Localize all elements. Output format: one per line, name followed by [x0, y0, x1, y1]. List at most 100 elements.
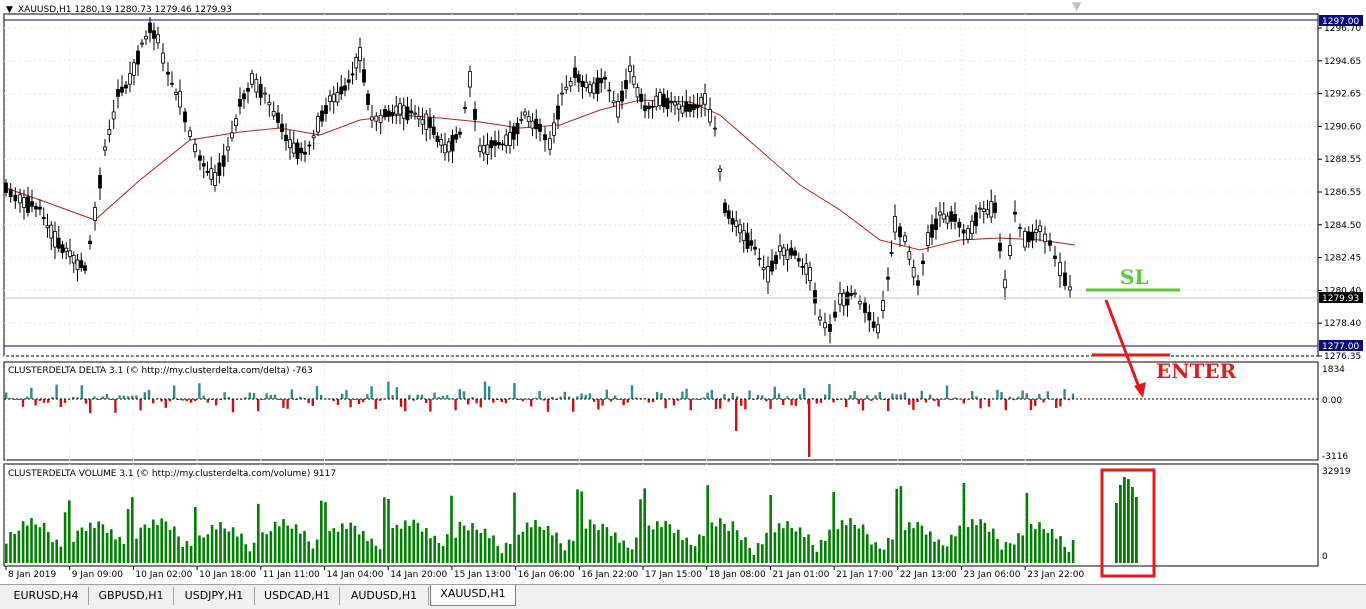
- candle-body: [93, 207, 97, 222]
- volume-bar: [278, 526, 281, 563]
- delta-bar: [164, 399, 167, 408]
- sl-label: SL: [1120, 265, 1149, 289]
- delta-bar: [143, 392, 146, 399]
- volume-bar: [605, 527, 609, 563]
- volume-bar: [34, 524, 37, 563]
- volume-bar: [110, 529, 113, 563]
- price-pane[interactable]: [3, 13, 1319, 357]
- candle-body: [107, 129, 112, 135]
- volume-bar: [580, 491, 583, 563]
- volume-bar: [1008, 543, 1012, 563]
- delta-bar: [857, 399, 860, 404]
- volume-bar: [38, 527, 42, 563]
- volume-bar: [887, 537, 890, 563]
- volume-bar: [446, 534, 449, 563]
- delta-bar: [366, 394, 369, 399]
- delta-bar: [735, 399, 738, 431]
- delta-bar: [257, 399, 260, 412]
- volume-bar: [236, 536, 239, 563]
- volume-bar: [660, 527, 663, 563]
- volume-bar: [538, 526, 541, 563]
- candle-body: [949, 211, 954, 222]
- volume-bar: [437, 542, 441, 563]
- volume-bar: [286, 525, 289, 563]
- delta-bar: [282, 399, 285, 408]
- candle-body: [616, 101, 620, 118]
- delta-bar: [588, 393, 592, 399]
- delta-bar: [374, 399, 377, 410]
- volume-bar: [752, 554, 756, 563]
- candle-body: [526, 116, 531, 122]
- volume-bar: [425, 528, 428, 563]
- volume-bar: [395, 524, 399, 563]
- volume-bar: [819, 539, 823, 563]
- candle-body: [560, 92, 564, 95]
- volume-bar: [320, 500, 323, 563]
- volume-bar: [857, 528, 861, 563]
- volume-bar: [59, 546, 63, 563]
- scroll-indicator-icon[interactable]: ▼: [1072, 0, 1082, 13]
- tab-usdcad-h1[interactable]: USDCAD,H1: [255, 587, 340, 605]
- candle-body: [726, 210, 731, 219]
- candle-body: [519, 118, 524, 121]
- candle-body: [1048, 240, 1052, 246]
- delta-bar: [441, 395, 445, 399]
- volume-bar: [895, 488, 898, 563]
- volume-bar: [223, 528, 226, 563]
- volume-bar: [143, 524, 147, 563]
- candle-body: [699, 96, 704, 106]
- volume-bar: [916, 522, 919, 563]
- delta-bar: [1000, 392, 1003, 399]
- candle-body: [431, 126, 436, 135]
- delta-bar: [1042, 399, 1045, 403]
- volume-bar: [118, 536, 121, 563]
- candle-body: [916, 280, 920, 286]
- volume-bar: [202, 537, 205, 563]
- volume-bar: [471, 523, 474, 563]
- delta-axis-mid: 0.00: [1322, 396, 1342, 406]
- candle-body: [140, 42, 144, 45]
- chart-canvas[interactable]: 1296.701294.651292.651290.601288.551286.…: [0, 0, 1366, 585]
- volume-bar: [706, 485, 709, 563]
- candle-body: [665, 97, 670, 110]
- delta-bar: [794, 399, 797, 406]
- candle-body: [193, 143, 197, 153]
- tab-usdjpy-h1[interactable]: USDJPY,H1: [174, 587, 255, 605]
- candle-body: [730, 218, 735, 225]
- delta-bar: [215, 399, 218, 406]
- volume-bar: [773, 532, 777, 563]
- volume-bar: [210, 524, 214, 563]
- delta-bar: [513, 383, 516, 399]
- candle-body: [328, 95, 332, 102]
- tab-audusd-h1[interactable]: AUDUSD,H1: [340, 587, 429, 605]
- delta-bar: [962, 399, 965, 404]
- volume-bar: [55, 539, 58, 563]
- tab-gbpusd-h1[interactable]: GBPUSD,H1: [89, 587, 174, 605]
- candle-body: [953, 213, 957, 222]
- candle-body: [450, 135, 455, 152]
- chart-menu-arrow-icon[interactable]: ▼: [6, 5, 13, 15]
- candle-body: [30, 201, 34, 207]
- delta-bar: [479, 399, 482, 408]
- delta-bar: [1021, 390, 1024, 399]
- candle-body: [383, 109, 387, 117]
- volume-bar: [433, 535, 436, 563]
- candle-body: [22, 197, 26, 209]
- tab-xauusd-h1[interactable]: XAUUSD,H1: [430, 585, 516, 606]
- candle-body: [781, 247, 786, 256]
- delta-bar: [622, 399, 625, 406]
- time-axis-label: 9 Jan 09:00: [72, 570, 124, 580]
- candle-body: [60, 244, 65, 254]
- candle-body: [631, 76, 636, 85]
- delta-bar: [454, 399, 457, 411]
- delta-pane[interactable]: [3, 361, 1319, 461]
- candle-body: [628, 65, 632, 72]
- volume-bar: [324, 502, 327, 563]
- candle-body: [64, 247, 69, 252]
- volume-bar: [874, 542, 877, 563]
- candle-body: [838, 293, 842, 305]
- tab-eurusd-h4[interactable]: EURUSD,H4: [4, 587, 89, 605]
- time-axis-label: 10 Jan 18:00: [199, 570, 256, 580]
- candle-body: [1013, 211, 1017, 215]
- candle-body: [911, 267, 916, 278]
